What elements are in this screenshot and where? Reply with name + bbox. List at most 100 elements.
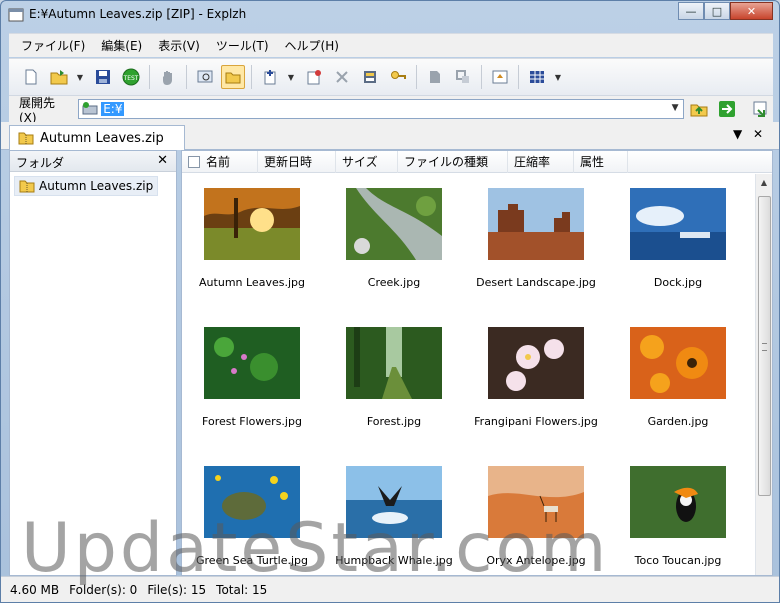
column-modified[interactable]: 更新日時 [258,151,336,173]
file-item[interactable]: Creek.jpg [324,174,464,309]
column-attributes[interactable]: 属性 [574,151,628,173]
menu-edit[interactable]: 編集(E) [101,37,142,54]
thumbnail-image [346,188,442,260]
scroll-up-icon[interactable]: ▲ [756,174,772,191]
extract-all-icon [753,101,767,117]
toolbar-separator [186,65,187,89]
sfx-button[interactable] [488,65,512,89]
file-item[interactable]: Garden.jpg [608,313,748,448]
browse-folder-button[interactable] [688,98,712,120]
arrow-right-icon [719,101,736,117]
convert-button[interactable] [423,65,447,89]
close-button[interactable]: ✕ [730,2,773,20]
password-button[interactable] [386,65,410,89]
zip-folder-icon [19,180,35,193]
menu-tools[interactable]: ツール(T) [216,37,269,54]
thumbnail-image [346,327,442,399]
folder-pane-title: フォルダ [16,156,65,170]
column-type[interactable]: ファイルの種類 [398,151,508,173]
key-icon [391,71,406,79]
file-name: Forest Flowers.jpg [202,415,302,428]
status-folders: Folder(s): 0 [69,582,138,597]
test-button[interactable]: TEST [119,65,143,89]
file-name: Autumn Leaves.jpg [199,276,305,289]
status-files: File(s): 15 [147,582,207,597]
extract-path-label: 展開先(X) [19,95,56,125]
file-item[interactable]: Frangipani Flowers.jpg [466,313,606,448]
file-item[interactable]: Oryx Antelope.jpg [466,452,606,575]
file-item[interactable]: Desert Landscape.jpg [466,174,606,309]
svg-text:TEST: TEST [123,75,139,82]
file-name: Green Sea Turtle.jpg [196,554,308,567]
folder-icon [225,72,241,84]
file-item[interactable]: Toco Toucan.jpg [608,452,748,575]
extract-path-value: E:¥ [101,102,125,116]
file-item[interactable]: Forest.jpg [324,313,464,448]
new-folder-button[interactable] [302,65,326,89]
select-all-checkbox[interactable] [188,155,200,168]
file-item[interactable]: Autumn Leaves.jpg [182,174,322,309]
tab-archive[interactable]: Autumn Leaves.zip [9,125,185,150]
toolbar-separator [149,65,150,89]
file-item[interactable]: Dock.jpg [608,174,748,309]
thumbnail-image [204,327,300,399]
tab-list-dropdown[interactable]: ▼ [733,127,742,141]
file-name: Creek.jpg [367,276,421,289]
folder-view-button[interactable] [221,65,245,89]
file-name: Forest.jpg [366,415,422,428]
menu-file[interactable]: ファイル(F) [21,37,85,54]
file-name: Toco Toucan.jpg [634,554,722,567]
grid-view-icon [530,71,544,83]
tree-item-archive[interactable]: Autumn Leaves.zip [14,176,159,196]
add-files-button[interactable] [258,65,282,89]
column-size[interactable]: サイズ [336,151,398,173]
drive-icon [82,102,98,115]
zip-folder-icon [18,132,34,145]
tab-close-icon[interactable]: ✕ [753,127,763,141]
add-dropdown[interactable]: ▼ [286,73,296,82]
maximize-button[interactable]: □ [704,2,730,20]
minimize-button[interactable]: — [678,2,704,20]
path-dropdown-icon[interactable]: ▼ [672,103,679,113]
view-mode-button[interactable] [525,65,549,89]
file-item[interactable]: Green Sea Turtle.jpg [182,452,322,575]
status-bar: 4.60 MB Folder(s): 0 File(s): 15 Total: … [1,576,779,602]
file-name: Frangipani Flowers.jpg [474,415,598,428]
extract-go-button[interactable] [715,98,739,120]
save-button[interactable] [91,65,115,89]
extract-button[interactable] [156,65,180,89]
file-item[interactable]: Forest Flowers.jpg [182,313,322,448]
scroll-thumb[interactable] [758,196,771,496]
properties-button[interactable] [358,65,382,89]
open-button[interactable] [47,65,71,89]
thumbnail-image [630,327,726,399]
thumbnail-image [204,466,300,538]
status-total: Total: 15 [216,582,268,597]
file-name: Desert Landscape.jpg [476,276,596,289]
extract-all-button[interactable] [749,98,773,120]
folder-pane-close-icon[interactable]: ✕ [157,153,168,168]
new-archive-button[interactable] [19,65,43,89]
toolbar-separator [518,65,519,89]
open-dropdown[interactable]: ▼ [75,73,85,82]
view-mode-dropdown[interactable]: ▼ [553,73,563,82]
title-bar[interactable]: E:¥Autumn Leaves.zip [ZIP] - Explzh — □ … [1,1,779,29]
file-item[interactable]: Humpback Whale.jpg [324,452,464,575]
sfx-icon [492,70,508,84]
app-window: E:¥Autumn Leaves.zip [ZIP] - Explzh — □ … [0,0,780,603]
file-name: Oryx Antelope.jpg [486,554,586,567]
menu-view[interactable]: 表示(V) [158,37,200,54]
delete-button[interactable] [330,65,354,89]
file-name: Garden.jpg [647,415,709,428]
column-ratio[interactable]: 圧縮率 [508,151,574,173]
vertical-scrollbar[interactable]: ▲ [755,174,772,575]
status-size: 4.60 MB [10,582,60,597]
menu-help[interactable]: ヘルプ(H) [285,37,339,54]
open-folder-icon [50,70,68,85]
toolbar-separator [416,65,417,89]
split-button[interactable] [451,65,475,89]
preview-button[interactable] [193,65,217,89]
file-name: Humpback Whale.jpg [335,554,453,567]
extract-path-input[interactable]: E:¥ ▼ [78,99,684,119]
column-name[interactable]: 名前 [182,151,258,173]
